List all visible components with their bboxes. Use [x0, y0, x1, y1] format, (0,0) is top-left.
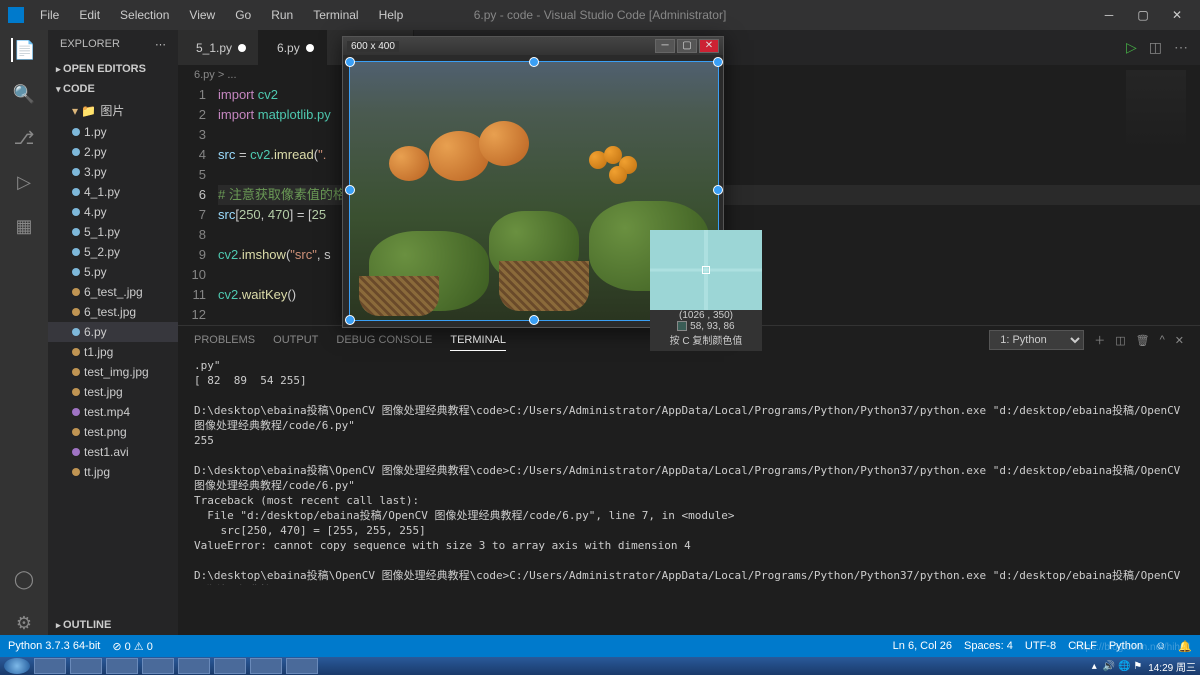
titlebar: File Edit Selection View Go Run Terminal…	[0, 0, 1200, 30]
minimize-icon[interactable]: ─	[1094, 8, 1124, 22]
kill-terminal-icon[interactable]: 🗑	[1136, 330, 1150, 351]
taskbar-app2[interactable]	[178, 658, 210, 674]
panel-up-icon[interactable]: ^	[1160, 330, 1165, 350]
panel-debug-console[interactable]: DEBUG CONSOLE	[336, 330, 432, 350]
file-item[interactable]: 4.py	[48, 202, 178, 222]
explorer-title: EXPLORER	[60, 38, 120, 51]
file-item[interactable]: 4_1.py	[48, 182, 178, 202]
pixel-coordinates: (1026 , 350)	[650, 310, 762, 321]
image-dimensions-label: 600 x 400	[347, 41, 399, 52]
taskbar-firefox[interactable]	[106, 658, 138, 674]
file-item[interactable]: test.jpg	[48, 382, 178, 402]
extensions-icon[interactable]: ▦	[12, 214, 36, 238]
split-terminal-icon[interactable]: ◫	[1115, 330, 1125, 351]
panel-close-icon[interactable]: ✕	[1175, 330, 1184, 351]
explorer-more-icon[interactable]: ⋯	[155, 38, 166, 51]
tab-5-1-py[interactable]: 5_1.py	[178, 30, 259, 65]
file-item[interactable]: 5_2.py	[48, 242, 178, 262]
outline-section[interactable]: OUTLINE	[48, 615, 178, 635]
open-editors-section[interactable]: OPEN EDITORS	[48, 59, 178, 79]
file-item[interactable]: tt.jpg	[48, 462, 178, 482]
taskbar-chrome[interactable]	[34, 658, 66, 674]
tab-6-py[interactable]: 6.py	[259, 30, 327, 65]
file-item[interactable]: 6_test.jpg	[48, 302, 178, 322]
debug-icon[interactable]: ▷	[12, 170, 36, 194]
imgwin-close-icon[interactable]: ✕	[699, 39, 719, 53]
file-item[interactable]: 5.py	[48, 262, 178, 282]
settings-gear-icon[interactable]: ⚙	[12, 611, 36, 635]
panel-terminal[interactable]: TERMINAL	[450, 330, 506, 351]
pixel-zoom-panel: (1026 , 350) 58, 93, 86 按 C 复制颜色值	[650, 230, 762, 351]
file-item[interactable]: t1.jpg	[48, 342, 178, 362]
status-cursor[interactable]: Ln 6, Col 26	[893, 640, 952, 653]
file-item[interactable]: 6_test_.jpg	[48, 282, 178, 302]
source-control-icon[interactable]: ⎇	[12, 126, 36, 150]
activity-bar: 📄 🔍 ⎇ ▷ ▦ ◯ ⚙	[0, 30, 48, 635]
code-folder-section[interactable]: CODE	[48, 79, 178, 99]
explorer-icon[interactable]: 📄	[11, 38, 35, 62]
taskbar-app1[interactable]	[70, 658, 102, 674]
pixel-zoom-image	[650, 230, 762, 310]
menu-view[interactable]: View	[181, 4, 223, 26]
taskbar-vscode[interactable]	[250, 658, 282, 674]
maximize-icon[interactable]: ▢	[1128, 8, 1158, 22]
menu-help[interactable]: Help	[371, 4, 412, 26]
file-item[interactable]: 2.py	[48, 142, 178, 162]
file-item[interactable]: 6.py	[48, 322, 178, 342]
run-icon[interactable]: ▷	[1126, 39, 1137, 56]
menu-file[interactable]: File	[32, 4, 67, 26]
tray-icons[interactable]: 🔊 🌐 ⚑	[1103, 661, 1142, 672]
pixel-rgb-value: 58, 93, 86	[690, 321, 734, 332]
explorer-sidebar: EXPLORER ⋯ OPEN EDITORS CODE ▾ 📁图片 1.py2…	[48, 30, 178, 635]
tray-up-icon[interactable]: ▴	[1092, 661, 1097, 672]
pixel-color-swatch	[677, 321, 687, 331]
search-icon[interactable]: 🔍	[12, 82, 36, 106]
start-button[interactable]	[4, 658, 30, 674]
windows-taskbar: ▴ 🔊 🌐 ⚑ 14:29 周三	[0, 657, 1200, 675]
folder-item[interactable]: ▾ 📁图片	[48, 99, 178, 122]
tray-time[interactable]: 14:29 周三	[1148, 659, 1196, 674]
new-terminal-icon[interactable]: ＋	[1094, 328, 1105, 352]
menu-bar: File Edit Selection View Go Run Terminal…	[32, 4, 411, 26]
imgwin-maximize-icon[interactable]: ▢	[677, 39, 697, 53]
taskbar-python[interactable]	[286, 658, 318, 674]
account-icon[interactable]: ◯	[12, 567, 36, 591]
file-item[interactable]: test.png	[48, 422, 178, 442]
imgwin-minimize-icon[interactable]: ─	[655, 39, 675, 53]
status-python[interactable]: Python 3.7.3 64-bit	[8, 640, 100, 652]
taskbar-explorer[interactable]	[142, 658, 174, 674]
file-item[interactable]: 5_1.py	[48, 222, 178, 242]
status-problems[interactable]: ⊘ 0 ⚠ 0	[112, 640, 152, 653]
menu-selection[interactable]: Selection	[112, 4, 177, 26]
menu-run[interactable]: Run	[263, 4, 301, 26]
terminal-selector[interactable]: 1: Python	[989, 330, 1084, 350]
watermark: https://blog.csdn.net/hihell	[1074, 642, 1190, 653]
status-bar: Python 3.7.3 64-bit ⊘ 0 ⚠ 0 Ln 6, Col 26…	[0, 635, 1200, 657]
status-spaces[interactable]: Spaces: 4	[964, 640, 1013, 653]
vscode-logo-icon	[8, 7, 24, 23]
taskbar-app3[interactable]	[214, 658, 246, 674]
split-editor-icon[interactable]: ◫	[1149, 39, 1162, 56]
close-icon[interactable]: ✕	[1162, 8, 1192, 22]
menu-go[interactable]: Go	[227, 4, 259, 26]
status-encoding[interactable]: UTF-8	[1025, 640, 1056, 653]
file-item[interactable]: test1.avi	[48, 442, 178, 462]
file-item[interactable]: test_img.jpg	[48, 362, 178, 382]
menu-terminal[interactable]: Terminal	[305, 4, 366, 26]
panel-output[interactable]: OUTPUT	[273, 330, 318, 350]
more-icon[interactable]: ⋯	[1174, 39, 1188, 56]
minimap[interactable]	[1126, 70, 1186, 150]
file-item[interactable]: 3.py	[48, 162, 178, 182]
copy-color-hint: 按 C 复制颜色值	[650, 332, 762, 347]
file-item[interactable]: test.mp4	[48, 402, 178, 422]
terminal-output[interactable]: .py" [ 82 89 54 255] D:\desktop\ebaina投稿…	[178, 354, 1200, 585]
panel-problems[interactable]: PROBLEMS	[194, 330, 255, 350]
panel: PROBLEMS OUTPUT DEBUG CONSOLE TERMINAL 1…	[178, 325, 1200, 585]
file-item[interactable]: 1.py	[48, 122, 178, 142]
menu-edit[interactable]: Edit	[71, 4, 108, 26]
